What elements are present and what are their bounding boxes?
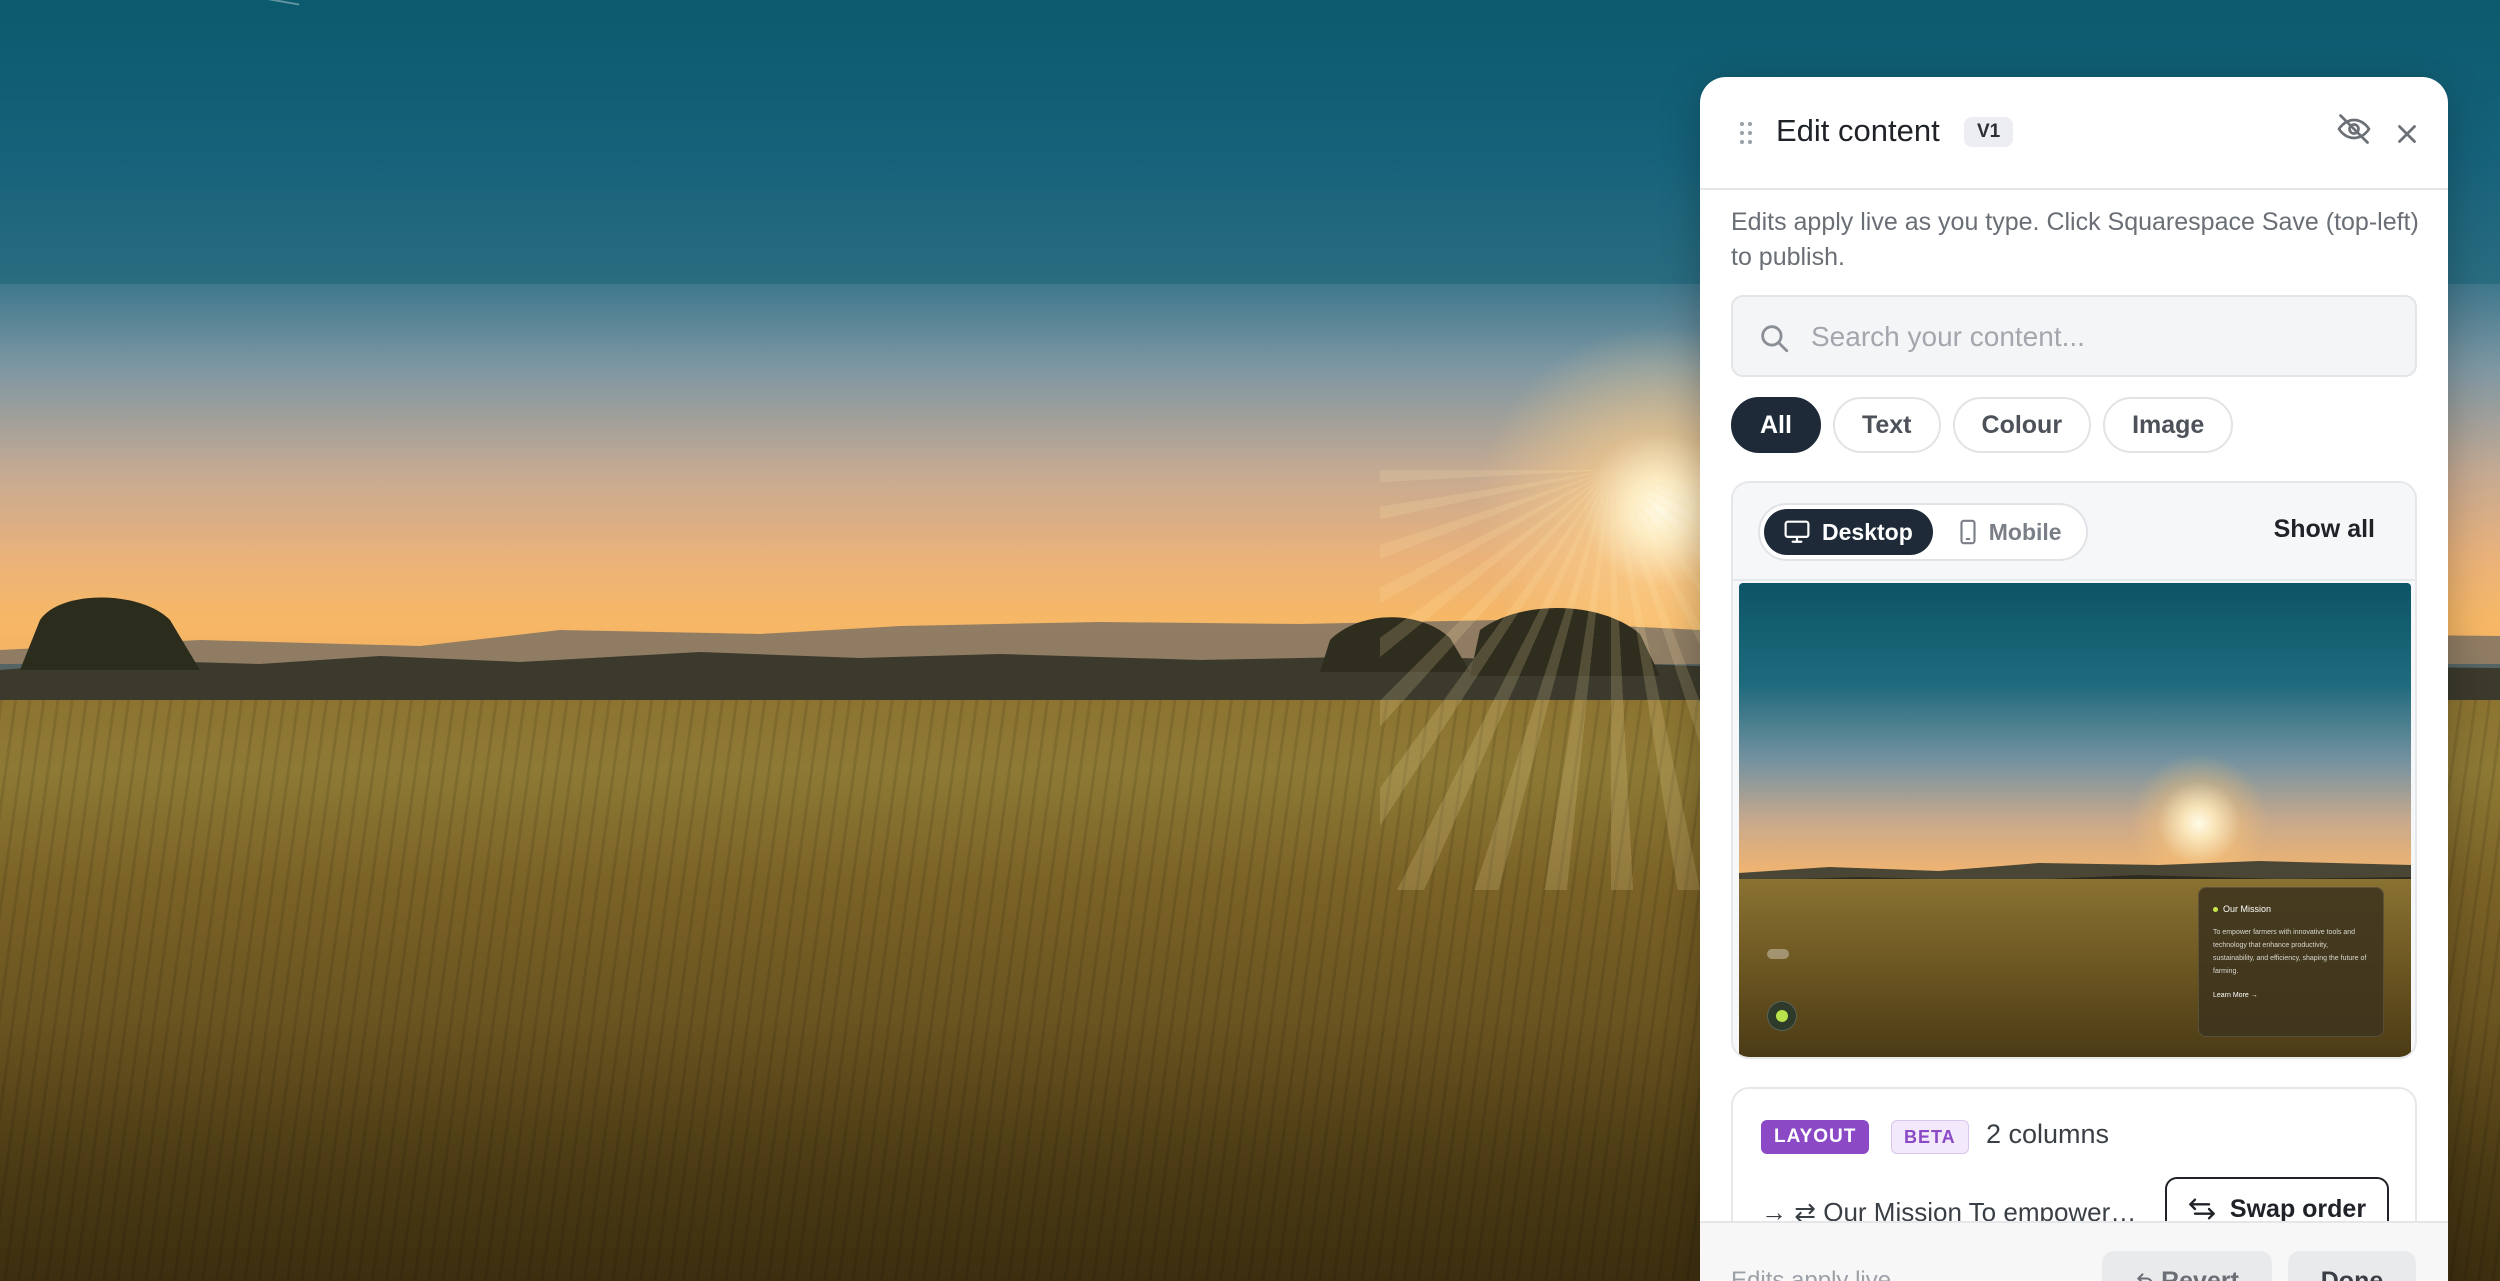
device-desktop-label: Desktop (1822, 518, 1913, 545)
thumbnail-mission-card: Our Mission To empower farmers with inno… (2198, 887, 2384, 1037)
search-icon (1761, 325, 1789, 353)
device-mobile-button[interactable]: Mobile (1939, 509, 2082, 555)
show-all-button[interactable]: Show all (2274, 515, 2375, 544)
undo-icon (2137, 1273, 2153, 1281)
filter-chips: All Text Colour Image (1731, 397, 2234, 453)
done-button[interactable]: Done (2288, 1251, 2416, 1281)
thumbnail-card-link: Learn More → (2213, 992, 2258, 999)
divider (1733, 579, 2415, 581)
desktop-icon (1784, 520, 1810, 543)
revert-label: Revert (2161, 1266, 2239, 1281)
thumbnail-pill (1767, 949, 1789, 959)
filter-chip-all[interactable]: All (1731, 397, 1821, 453)
revert-button[interactable]: Revert (2102, 1251, 2272, 1281)
preview-card: Desktop Mobile Show all Our Mission To e… (1731, 481, 2417, 1059)
layout-tag: LAYOUT (1761, 1120, 1870, 1154)
drag-handle-icon[interactable] (1740, 122, 1754, 144)
mobile-icon (1960, 519, 1976, 545)
swap-order-label: Swap order (2229, 1194, 2367, 1223)
hide-panel-button[interactable] (2336, 111, 2372, 147)
thumbnail-arrow-button (1767, 1001, 1797, 1031)
filter-chip-image[interactable]: Image (2103, 397, 2234, 453)
filter-chip-text[interactable]: Text (1832, 397, 1941, 453)
swap-icon (2189, 1198, 2215, 1220)
panel-hint-text: Edits apply live as you type. Click Squa… (1731, 208, 2419, 271)
panel-title: Edit content (1776, 113, 1940, 148)
device-toggle: Desktop Mobile (1758, 503, 2088, 561)
search-box[interactable] (1731, 295, 2417, 377)
version-badge: V1 (1964, 117, 2014, 147)
edit-content-panel: Edit content V1 Edits apply live as you … (1700, 77, 2448, 1281)
close-icon (2398, 125, 2416, 143)
panel-footer: Edits apply live Revert Done (1700, 1221, 2448, 1281)
device-desktop-button[interactable]: Desktop (1764, 509, 1933, 555)
eye-off-icon (2337, 114, 2371, 144)
page-preview-thumbnail[interactable]: Our Mission To empower farmers with inno… (1739, 583, 2411, 1057)
device-mobile-label: Mobile (1988, 518, 2062, 545)
columns-label: 2 columns (1986, 1119, 2110, 1149)
thumbnail-sky (1739, 583, 2411, 873)
thumbnail-card-title: Our Mission (2213, 904, 2369, 914)
thumbnail-card-body: To empower farmers with innovative tools… (2213, 929, 2367, 975)
close-button[interactable] (2392, 119, 2422, 149)
search-input[interactable] (1811, 311, 2401, 363)
panel-header: Edit content V1 (1700, 77, 2448, 190)
beta-badge: BETA (1891, 1120, 1969, 1154)
footer-status-text: Edits apply live (1731, 1267, 1892, 1281)
filter-chip-colour[interactable]: Colour (1952, 397, 2092, 453)
